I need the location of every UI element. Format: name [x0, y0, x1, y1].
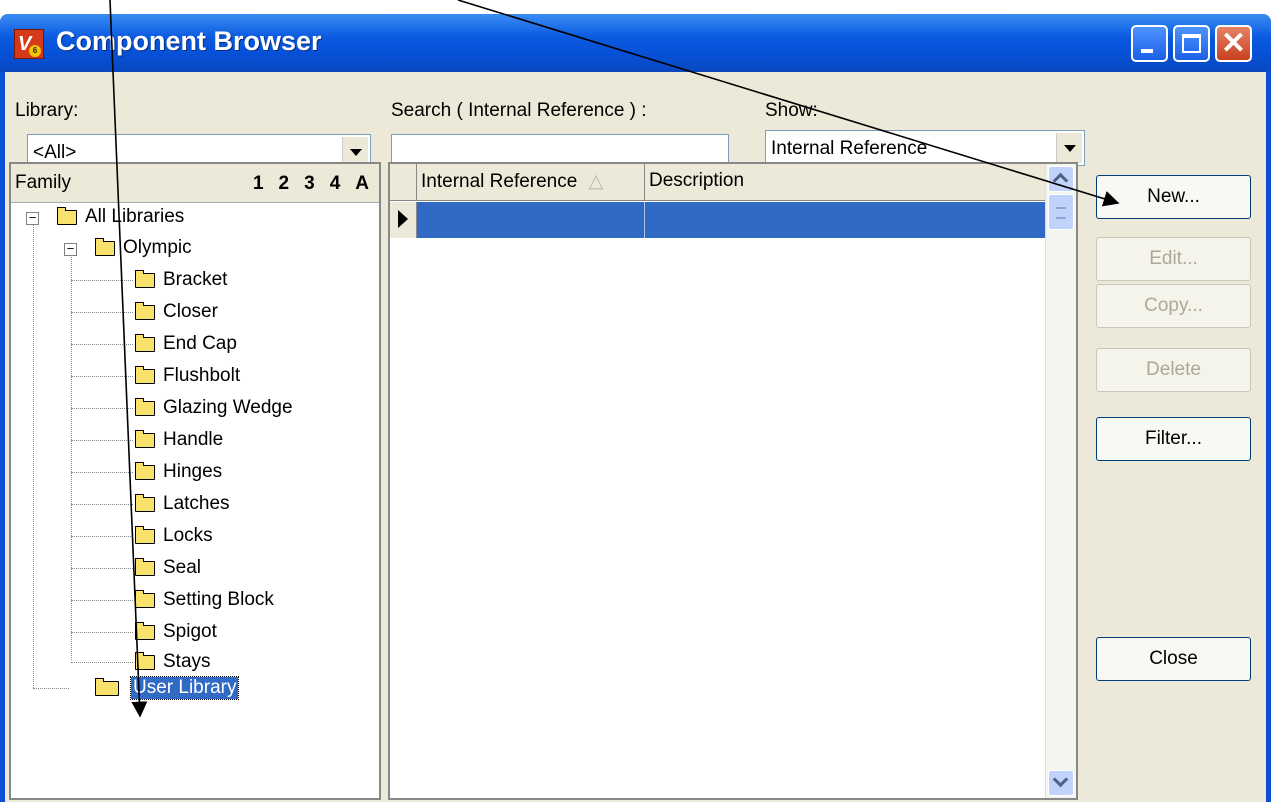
- level-1-button[interactable]: 1: [253, 173, 264, 194]
- show-label: Show:: [765, 100, 818, 121]
- vertical-scrollbar[interactable]: [1045, 164, 1076, 798]
- edit-button[interactable]: Edit...: [1096, 237, 1251, 281]
- family-header: Family 1234A: [11, 164, 379, 203]
- maximize-icon: [1182, 34, 1201, 53]
- sort-ascending-icon: △: [588, 171, 604, 192]
- tree-line: [71, 472, 133, 473]
- folder-icon: [135, 558, 155, 576]
- folder-icon: [135, 366, 155, 384]
- collapse-toggle[interactable]: −: [26, 211, 39, 225]
- current-row-indicator-icon: [390, 202, 417, 238]
- level-all-button[interactable]: A: [355, 173, 369, 194]
- show-value: Internal Reference: [771, 138, 928, 159]
- table-row[interactable]: [417, 202, 1046, 238]
- level-4-button[interactable]: 4: [330, 173, 341, 194]
- tree-line: [71, 662, 133, 663]
- collapse-toggle[interactable]: −: [64, 242, 77, 256]
- new-button[interactable]: New...: [1096, 175, 1251, 219]
- column-header-internal-reference[interactable]: Internal Reference △: [417, 164, 645, 200]
- folder-icon: [135, 302, 155, 320]
- tree-line: [33, 688, 69, 689]
- family-title: Family: [15, 172, 71, 193]
- folder-icon: [135, 398, 155, 416]
- folder-icon: [135, 652, 155, 670]
- column-divider: [644, 202, 645, 238]
- folder-icon: [135, 430, 155, 448]
- show-dropdown[interactable]: Internal Reference: [765, 130, 1085, 166]
- window-title: Component Browser: [56, 26, 322, 56]
- close-window-button[interactable]: ✕: [1215, 25, 1252, 62]
- app-logo-icon: V6: [14, 29, 44, 59]
- library-value: <All>: [33, 142, 77, 163]
- tree-line: [71, 632, 133, 633]
- minimize-button[interactable]: [1131, 25, 1168, 62]
- close-icon: ✕: [1220, 27, 1247, 60]
- folder-icon: [95, 238, 115, 256]
- row-header-corner: [390, 164, 417, 200]
- open-folder-icon: [95, 678, 119, 696]
- tree-line: [71, 280, 133, 281]
- folder-icon: [135, 462, 155, 480]
- folder-icon: [135, 334, 155, 352]
- tree-line: [71, 344, 133, 345]
- search-label: Search ( Internal Reference ) :: [391, 100, 647, 121]
- copy-button[interactable]: Copy...: [1096, 284, 1251, 328]
- maximize-button[interactable]: [1173, 25, 1210, 62]
- tree-line: [71, 408, 133, 409]
- folder-icon: [135, 526, 155, 544]
- scroll-thumb[interactable]: [1048, 194, 1074, 230]
- family-tree-panel: Family 1234A − All Libraries − Olympic B…: [9, 162, 381, 800]
- tree-line: [71, 536, 133, 537]
- level-buttons: 1234A: [238, 173, 369, 195]
- tree-line: [71, 376, 133, 377]
- component-grid: Internal Reference △ Description: [388, 162, 1078, 800]
- tree-line: [71, 568, 133, 569]
- minimize-icon: [1141, 49, 1153, 53]
- level-3-button[interactable]: 3: [304, 173, 315, 194]
- column-label: Internal Reference: [421, 171, 578, 192]
- tree-line: [71, 312, 133, 313]
- title-bar[interactable]: V6 Component Browser ✕: [0, 14, 1271, 72]
- folder-icon: [135, 494, 155, 512]
- folder-icon: [135, 590, 155, 608]
- scroll-up-button[interactable]: [1048, 166, 1074, 192]
- folder-icon: [57, 207, 77, 225]
- tree-line: [71, 600, 133, 601]
- chevron-down-icon[interactable]: [1056, 133, 1082, 163]
- tree-line: [33, 218, 34, 688]
- scroll-down-button[interactable]: [1048, 770, 1074, 796]
- column-header-description[interactable]: Description: [645, 164, 1046, 200]
- grid-header: Internal Reference △ Description: [390, 164, 1046, 201]
- folder-icon: [135, 270, 155, 288]
- delete-button[interactable]: Delete: [1096, 348, 1251, 392]
- tree-line: [71, 504, 133, 505]
- close-button[interactable]: Close: [1096, 637, 1251, 681]
- tree-line: [71, 440, 133, 441]
- level-2-button[interactable]: 2: [279, 173, 290, 194]
- folder-icon: [135, 622, 155, 640]
- column-label: Description: [649, 170, 745, 191]
- library-label: Library:: [15, 100, 79, 121]
- filter-button[interactable]: Filter...: [1096, 417, 1251, 461]
